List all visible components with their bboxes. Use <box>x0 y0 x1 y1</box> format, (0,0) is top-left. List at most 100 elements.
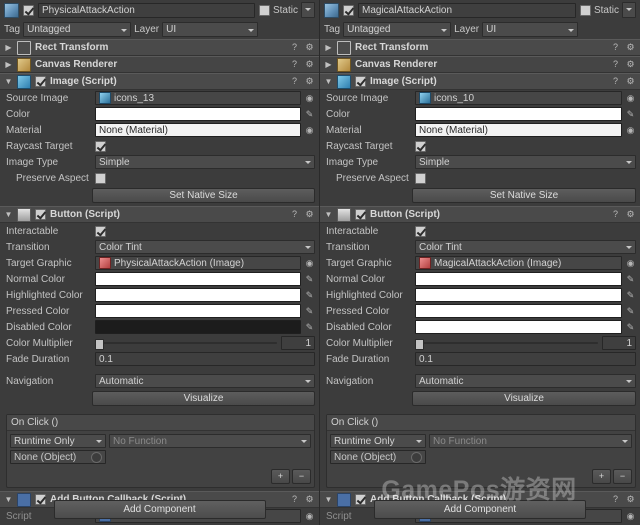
button-enabled-checkbox[interactable] <box>355 209 366 220</box>
transition-dropdown[interactable]: Color Tint <box>95 240 315 254</box>
eyedropper-icon[interactable]: ✎ <box>625 322 636 333</box>
foldout-arrow-icon[interactable]: ▼ <box>4 210 13 219</box>
foldout-arrow-icon[interactable]: ▼ <box>324 77 333 86</box>
color-multiplier-slider-group[interactable]: 1 <box>415 336 636 350</box>
color-multiplier-slider-group[interactable]: 1 <box>95 336 315 350</box>
eyedropper-icon[interactable]: ✎ <box>304 306 315 317</box>
object-picker-icon[interactable]: ◉ <box>625 258 636 269</box>
source-image-object-field[interactable]: icons_10 <box>415 91 622 105</box>
component-header-rect-transform[interactable]: ▶ Rect Transform ? ⚙ <box>320 39 640 56</box>
object-picker-icon[interactable]: ◉ <box>304 125 315 136</box>
transition-dropdown[interactable]: Color Tint <box>415 240 636 254</box>
highlighted-color-swatch[interactable] <box>95 288 301 302</box>
gameobject-name-field[interactable]: MagicalAttackAction <box>358 2 576 18</box>
add-component-button[interactable]: Add Component <box>53 500 266 519</box>
foldout-arrow-icon[interactable]: ▶ <box>324 60 333 69</box>
color-swatch-field[interactable] <box>95 107 301 121</box>
gear-icon[interactable]: ⚙ <box>304 42 315 53</box>
image-enabled-checkbox[interactable] <box>355 76 366 87</box>
component-header-button[interactable]: ▼ Button (Script) ? ⚙ <box>320 206 640 223</box>
material-object-field[interactable]: None (Material) <box>415 123 622 137</box>
tag-dropdown[interactable]: Untagged <box>23 22 132 37</box>
component-header-canvas-renderer[interactable]: ▶ Canvas Renderer ? ⚙ <box>0 56 319 73</box>
normal-color-swatch[interactable] <box>95 272 301 286</box>
preserve-aspect-checkbox[interactable] <box>95 172 106 184</box>
component-header-canvas-renderer[interactable]: ▶ Canvas Renderer ? ⚙ <box>320 56 640 73</box>
eyedropper-icon[interactable]: ✎ <box>304 290 315 301</box>
disabled-color-swatch[interactable] <box>415 320 622 334</box>
button-enabled-checkbox[interactable] <box>35 209 46 220</box>
component-header-image[interactable]: ▼ Image (Script) ? ⚙ <box>320 73 640 90</box>
layer-dropdown[interactable]: UI <box>162 22 259 37</box>
eyedropper-icon[interactable]: ✎ <box>625 290 636 301</box>
onclick-object-field[interactable]: None (Object) <box>10 450 106 464</box>
onclick-function-dropdown[interactable]: No Function <box>109 434 311 448</box>
gameobject-enabled-checkbox[interactable] <box>23 4 34 16</box>
pressed-color-swatch[interactable] <box>415 304 622 318</box>
slider-handle[interactable] <box>415 339 424 350</box>
static-dropdown-arrow-icon[interactable] <box>301 2 315 18</box>
color-multiplier-value[interactable]: 1 <box>602 336 636 350</box>
disabled-color-swatch[interactable] <box>95 320 301 334</box>
image-type-dropdown[interactable]: Simple <box>95 155 315 169</box>
help-icon[interactable]: ? <box>289 209 300 220</box>
add-event-button[interactable]: + <box>271 469 290 484</box>
set-native-size-button[interactable]: Set Native Size <box>92 188 315 203</box>
object-picker-icon[interactable]: ◉ <box>304 258 315 269</box>
help-icon[interactable]: ? <box>289 42 300 53</box>
object-picker-icon[interactable]: ◉ <box>625 93 636 104</box>
visualize-button[interactable]: Visualize <box>412 391 636 406</box>
object-picker-icon[interactable]: ◉ <box>625 125 636 136</box>
gear-icon[interactable]: ⚙ <box>625 209 636 220</box>
image-enabled-checkbox[interactable] <box>35 76 46 87</box>
gear-icon[interactable]: ⚙ <box>625 42 636 53</box>
raycast-target-checkbox[interactable] <box>95 140 106 152</box>
fade-duration-input[interactable]: 0.1 <box>95 352 315 366</box>
add-component-button[interactable]: Add Component <box>374 500 586 519</box>
foldout-arrow-icon[interactable]: ▶ <box>324 43 333 52</box>
component-header-image[interactable]: ▼ Image (Script) ? ⚙ <box>0 73 319 90</box>
interactable-checkbox[interactable] <box>95 225 106 237</box>
color-multiplier-slider[interactable] <box>95 337 277 350</box>
layer-dropdown[interactable]: UI <box>482 22 579 37</box>
add-event-button[interactable]: + <box>592 469 611 484</box>
static-dropdown-arrow-icon[interactable] <box>622 2 636 18</box>
help-icon[interactable]: ? <box>610 76 621 87</box>
navigation-dropdown[interactable]: Automatic <box>95 374 315 388</box>
eyedropper-icon[interactable]: ✎ <box>625 306 636 317</box>
object-picker-icon[interactable] <box>91 451 102 463</box>
fade-duration-input[interactable]: 0.1 <box>415 352 636 366</box>
onclick-runtime-dropdown[interactable]: Runtime Only <box>10 434 106 448</box>
visualize-button[interactable]: Visualize <box>92 391 315 406</box>
onclick-runtime-dropdown[interactable]: Runtime Only <box>330 434 426 448</box>
eyedropper-icon[interactable]: ✎ <box>304 322 315 333</box>
target-graphic-object-field[interactable]: PhysicalAttackAction (Image) <box>95 256 301 270</box>
highlighted-color-swatch[interactable] <box>415 288 622 302</box>
component-header-rect-transform[interactable]: ▶ Rect Transform ? ⚙ <box>0 39 319 56</box>
foldout-arrow-icon[interactable]: ▼ <box>324 210 333 219</box>
help-icon[interactable]: ? <box>610 59 621 70</box>
normal-color-swatch[interactable] <box>415 272 622 286</box>
onclick-object-field[interactable]: None (Object) <box>330 450 426 464</box>
target-graphic-object-field[interactable]: MagicalAttackAction (Image) <box>415 256 622 270</box>
set-native-size-button[interactable]: Set Native Size <box>412 188 636 203</box>
slider-handle[interactable] <box>95 339 104 350</box>
foldout-arrow-icon[interactable]: ▼ <box>4 77 13 86</box>
help-icon[interactable]: ? <box>289 59 300 70</box>
gameobject-name-field[interactable]: PhysicalAttackAction <box>38 2 255 18</box>
gear-icon[interactable]: ⚙ <box>304 209 315 220</box>
gear-icon[interactable]: ⚙ <box>304 59 315 70</box>
navigation-dropdown[interactable]: Automatic <box>415 374 636 388</box>
material-object-field[interactable]: None (Material) <box>95 123 301 137</box>
eyedropper-icon[interactable]: ✎ <box>304 274 315 285</box>
foldout-arrow-icon[interactable]: ▶ <box>4 60 13 69</box>
help-icon[interactable]: ? <box>610 42 621 53</box>
color-multiplier-slider[interactable] <box>415 337 598 350</box>
raycast-target-checkbox[interactable] <box>415 140 426 152</box>
tag-dropdown[interactable]: Untagged <box>343 22 452 37</box>
object-picker-icon[interactable]: ◉ <box>304 93 315 104</box>
source-image-object-field[interactable]: icons_13 <box>95 91 301 105</box>
remove-event-button[interactable]: − <box>292 469 311 484</box>
pressed-color-swatch[interactable] <box>95 304 301 318</box>
eyedropper-icon[interactable]: ✎ <box>625 274 636 285</box>
